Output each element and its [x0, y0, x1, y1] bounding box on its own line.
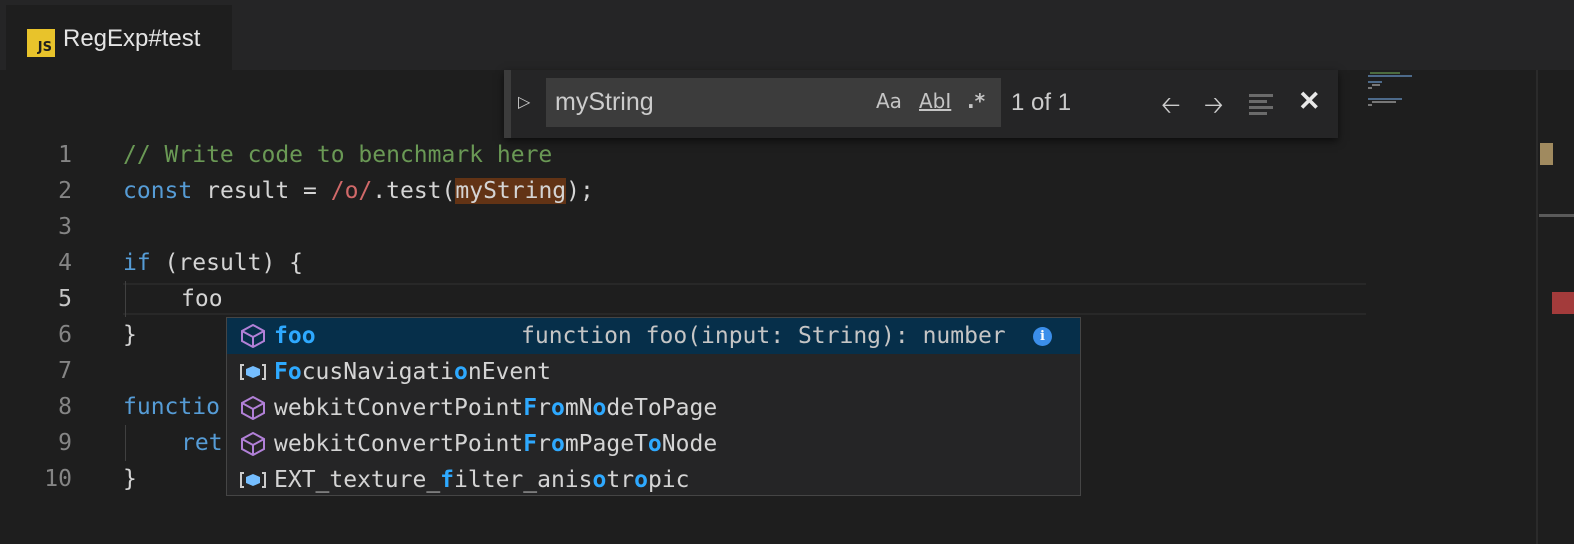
code-line-2[interactable]: const result = /o/.test(myString);	[123, 173, 594, 209]
indent-guide	[125, 425, 126, 461]
suggestion-match-text: o	[550, 395, 565, 421]
line-number: 6	[58, 322, 72, 348]
code-token: (result) {	[150, 250, 304, 276]
find-match-highlight: myString	[455, 178, 567, 204]
line-number: 1	[58, 142, 72, 168]
suggestion-label: EXT_texture_filter_anisotropic	[274, 462, 689, 498]
info-icon[interactable]: i	[1033, 327, 1052, 346]
suggestion-text: r	[537, 395, 551, 421]
arrow-left-icon[interactable]: 🡠	[1161, 88, 1180, 129]
suggestion-text: webkitConvertPoint	[274, 431, 524, 457]
method-cube-icon	[240, 395, 266, 421]
regex-toggle[interactable]: .*	[967, 89, 985, 113]
suggestion-match-text: o	[647, 431, 662, 457]
suggestion-match-text: o	[454, 359, 468, 385]
tab-bar: JS RegExp#test	[0, 5, 1574, 70]
suggestion-match-text: o	[592, 467, 607, 493]
suggestion-item[interactable]: foo function foo(input: String): number i	[227, 318, 1080, 354]
code-line-9[interactable]: ret	[181, 425, 223, 461]
suggestion-text: nEvent	[467, 359, 551, 385]
suggestion-text: Node	[661, 431, 718, 457]
suggestion-label: webkitConvertPointFromPageToNode	[274, 426, 717, 462]
line-number: 3	[58, 214, 72, 240]
suggestion-text: pic	[647, 467, 690, 493]
code-token: }	[123, 322, 137, 348]
code-token: .test(	[372, 178, 456, 204]
keyword-token: const	[123, 178, 193, 204]
keyword-token: functio	[123, 394, 220, 420]
match-case-toggle[interactable]: Aa	[876, 89, 902, 113]
suggestion-text: r	[537, 431, 551, 457]
suggestion-match-text: o	[550, 431, 565, 457]
suggestion-match-text: o	[592, 395, 607, 421]
suggestion-match-text: f	[440, 467, 455, 493]
suggestion-text: ilter_anis	[454, 467, 593, 493]
line-number: 8	[58, 394, 72, 420]
line-number: 9	[58, 430, 72, 456]
current-line-highlight	[123, 283, 1366, 315]
keyword-token: if	[123, 250, 151, 276]
code-token: );	[566, 178, 594, 204]
toggle-replace-chevron-icon[interactable]: ▷	[518, 92, 530, 112]
suggestion-item[interactable]: EXT_texture_filter_anisotropic	[227, 462, 1080, 498]
overview-ruler-error	[1552, 292, 1574, 314]
overview-ruler-find-match	[1540, 143, 1553, 165]
indent-guide	[125, 281, 126, 317]
field-icon	[240, 468, 266, 492]
method-cube-icon	[240, 323, 266, 349]
find-widget: ▷ Aa AbI .* 1 of 1 🡠 🡢 ✕	[504, 70, 1338, 138]
suggestion-text: webkitConvertPoint	[274, 395, 524, 421]
match-count: 1 of 1	[1011, 89, 1072, 116]
tab-regexp-test[interactable]: JS RegExp#test	[6, 5, 232, 70]
javascript-file-icon: JS	[27, 29, 55, 57]
code-line-8[interactable]: functio	[123, 389, 220, 425]
find-in-selection-icon[interactable]	[1249, 94, 1273, 115]
tab-title: RegExp#test	[63, 25, 201, 52]
minimap[interactable]	[1366, 70, 1416, 115]
code-line-10[interactable]: }	[123, 461, 137, 497]
code-line-5[interactable]: foo	[181, 281, 223, 317]
suggestion-match-text: F	[523, 431, 538, 457]
suggestion-match-text: o	[634, 467, 648, 493]
code-token: }	[123, 466, 137, 492]
suggestion-text: mN	[564, 395, 593, 421]
suggestion-text: EXT_texture_	[274, 467, 441, 493]
suggestion-match-text: F	[523, 395, 538, 421]
whole-word-toggle[interactable]: AbI	[919, 89, 951, 113]
suggestion-label: foo	[274, 318, 316, 354]
suggest-widget: foo function foo(input: String): number i F…	[226, 317, 1081, 496]
comment-token: // Write code to benchmark here	[123, 142, 553, 168]
find-resize-handle[interactable]	[504, 70, 511, 138]
suggestion-item[interactable]: FocusNavigationEvent	[227, 354, 1080, 390]
regex-token: /o/	[330, 178, 373, 204]
suggestion-label: FocusNavigationEvent	[274, 354, 551, 390]
suggestion-label: webkitConvertPointFromNodeToPage	[274, 390, 717, 426]
keyword-token: ret	[181, 430, 223, 456]
suggestion-detail: function foo(input: String): number	[521, 323, 1006, 349]
overview-ruler-cursor	[1539, 214, 1574, 217]
suggestion-text: deToPage	[606, 395, 718, 421]
line-number: 2	[58, 178, 72, 204]
suggestion-match-text: Fo	[274, 359, 302, 385]
line-number-active: 5	[58, 286, 72, 312]
code-token: result =	[192, 178, 331, 204]
suggestion-text: tr	[606, 467, 635, 493]
method-cube-icon	[240, 431, 266, 457]
code-line-1[interactable]: // Write code to benchmark here	[123, 137, 552, 173]
suggestion-text: cusNavigati	[301, 359, 455, 385]
close-icon[interactable]: ✕	[1298, 86, 1321, 117]
line-number: 4	[58, 250, 72, 276]
suggestion-item[interactable]: webkitConvertPointFromNodeToPage	[227, 390, 1080, 426]
line-number: 7	[58, 358, 72, 384]
line-number: 10	[44, 466, 72, 492]
code-token: foo	[181, 286, 223, 312]
suggestion-match-text: foo	[274, 323, 316, 349]
suggestion-text: mPageT	[564, 431, 648, 457]
arrow-right-icon[interactable]: 🡢	[1204, 88, 1223, 129]
code-line-4[interactable]: if (result) {	[123, 245, 303, 281]
code-line-6[interactable]: }	[123, 317, 137, 353]
suggestion-item[interactable]: webkitConvertPointFromPageToNode	[227, 426, 1080, 462]
field-icon	[240, 360, 266, 384]
